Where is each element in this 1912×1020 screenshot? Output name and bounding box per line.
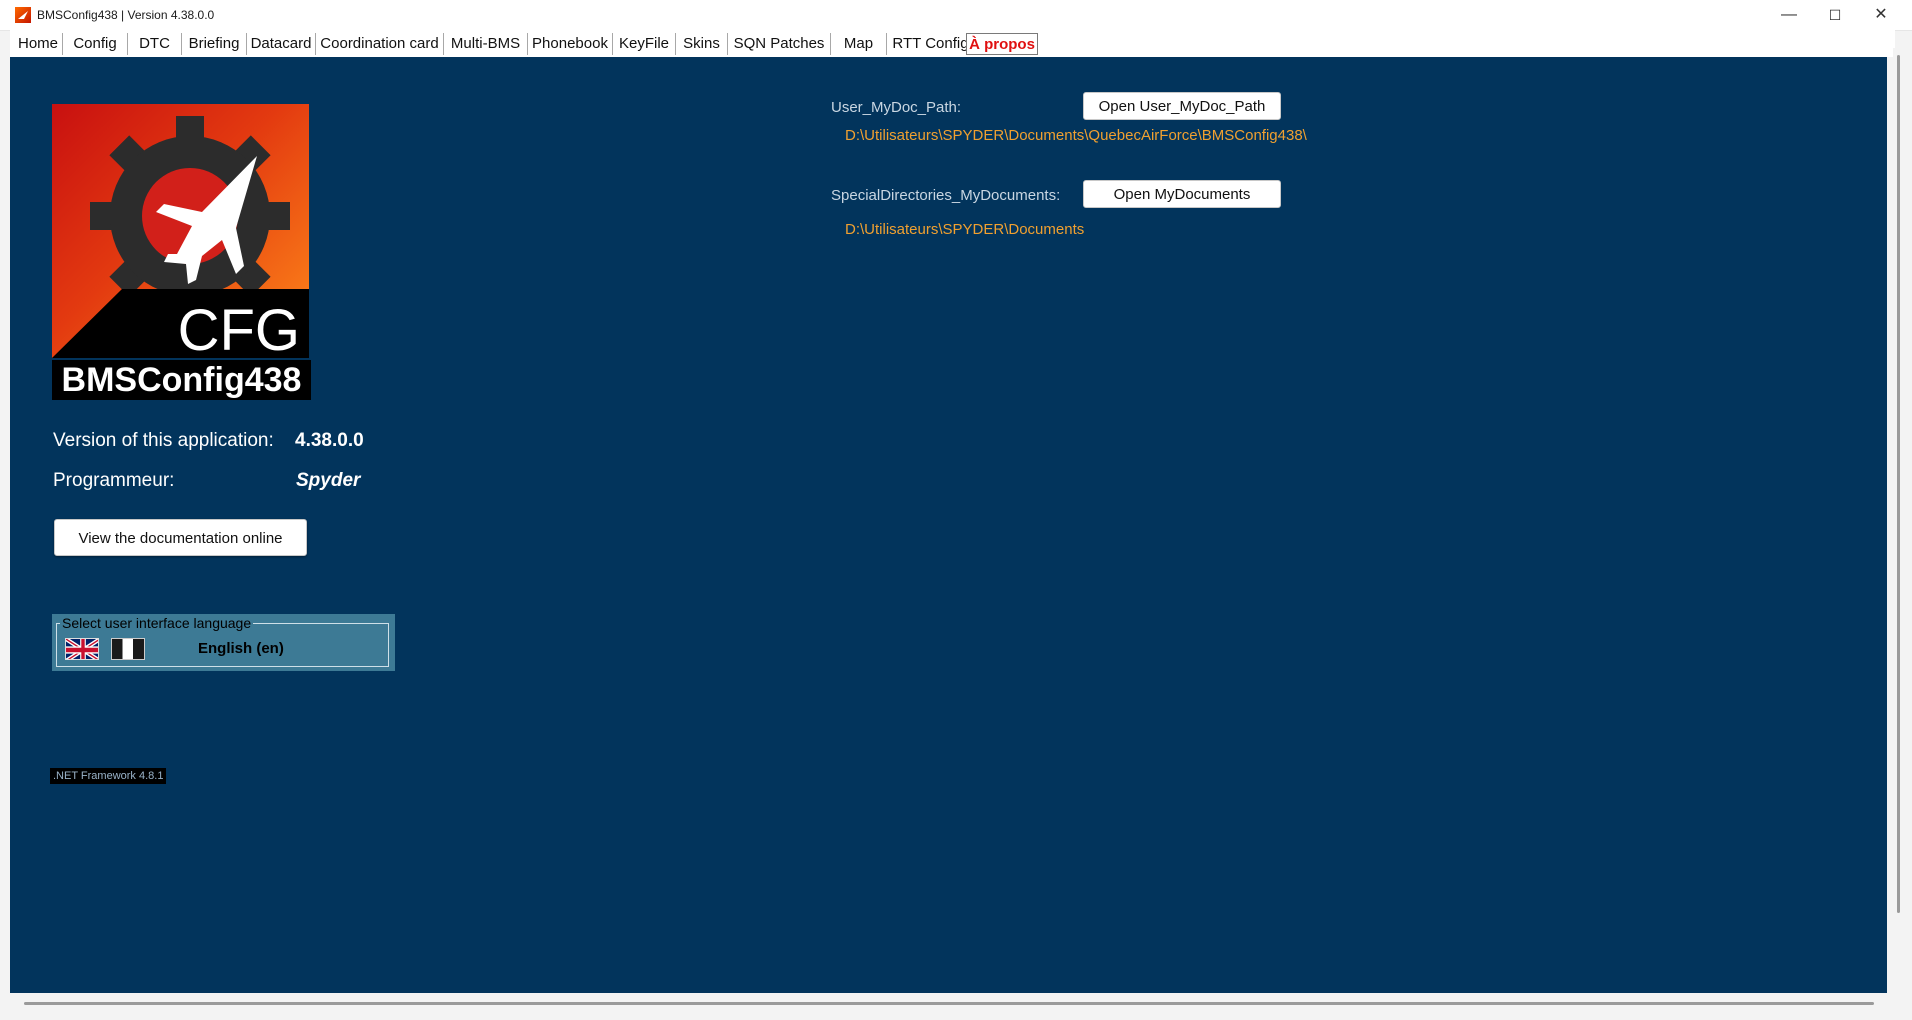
- tab-map[interactable]: Map: [831, 33, 887, 55]
- open-user-mydoc-path-button[interactable]: Open User_MyDoc_Path: [1083, 92, 1281, 120]
- horizontal-scrollbar-thumb[interactable]: [24, 1002, 1874, 1005]
- gear-jet-icon: CFG: [52, 116, 309, 358]
- version-label: Version of this application:: [53, 430, 274, 451]
- tab-bar: Home Config DTC Briefing Datacard Coordi…: [10, 30, 1895, 57]
- tab-sqn-patches[interactable]: SQN Patches: [728, 33, 831, 55]
- language-legend: Select user interface language: [60, 615, 254, 631]
- tab-briefing[interactable]: Briefing: [182, 33, 247, 55]
- tab-dtc[interactable]: DTC: [128, 33, 182, 55]
- app-icon: [15, 7, 31, 23]
- maximize-button[interactable]: ☐: [1812, 0, 1858, 30]
- mydocuments-path-value: D:\Utilisateurs\SPYDER\Documents: [845, 221, 1085, 238]
- tab-coordination-card[interactable]: Coordination card: [316, 33, 444, 55]
- tab-skins[interactable]: Skins: [676, 33, 728, 55]
- tab-datacard[interactable]: Datacard: [247, 33, 316, 55]
- tab-phonebook[interactable]: Phonebook: [528, 33, 613, 55]
- app-logo: CFG BMSConfig438: [52, 104, 311, 400]
- language-current: English (en): [198, 640, 284, 657]
- logo-name: BMSConfig438: [52, 360, 311, 400]
- open-mydocuments-button[interactable]: Open MyDocuments: [1083, 180, 1281, 208]
- minimize-button[interactable]: —: [1766, 0, 1812, 30]
- tab-a-propos[interactable]: À propos: [966, 33, 1038, 55]
- close-button[interactable]: ✕: [1858, 0, 1904, 30]
- tab-home[interactable]: Home: [14, 33, 63, 55]
- tab-multi-bms[interactable]: Multi-BMS: [444, 33, 528, 55]
- framework-label: .NET Framework 4.8.1: [50, 768, 167, 784]
- language-selector: Select user interface language English (…: [52, 614, 395, 671]
- view-documentation-button[interactable]: View the documentation online: [54, 519, 307, 556]
- uk-flag-icon[interactable]: [65, 638, 99, 660]
- user-mydoc-path-value: D:\Utilisateurs\SPYDER\Documents\QuebecA…: [845, 127, 1307, 144]
- mydocuments-path-label: SpecialDirectories_MyDocuments:: [831, 187, 1061, 204]
- version-value: 4.38.0.0: [295, 430, 364, 451]
- fr-flag-icon[interactable]: [111, 638, 145, 660]
- programmer-label: Programmeur:: [53, 470, 175, 491]
- logo-art: CFG: [52, 104, 309, 358]
- tab-keyfile[interactable]: KeyFile: [613, 33, 676, 55]
- tab-config[interactable]: Config: [63, 33, 128, 55]
- user-mydoc-path-label: User_MyDoc_Path:: [831, 99, 962, 116]
- title-bar: BMSConfig438 | Version 4.38.0.0 — ☐ ✕: [0, 0, 1912, 31]
- logo-mark: CFG: [178, 298, 300, 358]
- window-title: BMSConfig438 | Version 4.38.0.0: [37, 8, 215, 22]
- vertical-scrollbar-thumb[interactable]: [1897, 55, 1900, 913]
- programmer-value: Spyder: [296, 470, 361, 491]
- tab-rtt-config[interactable]: RTT Config: [887, 33, 975, 55]
